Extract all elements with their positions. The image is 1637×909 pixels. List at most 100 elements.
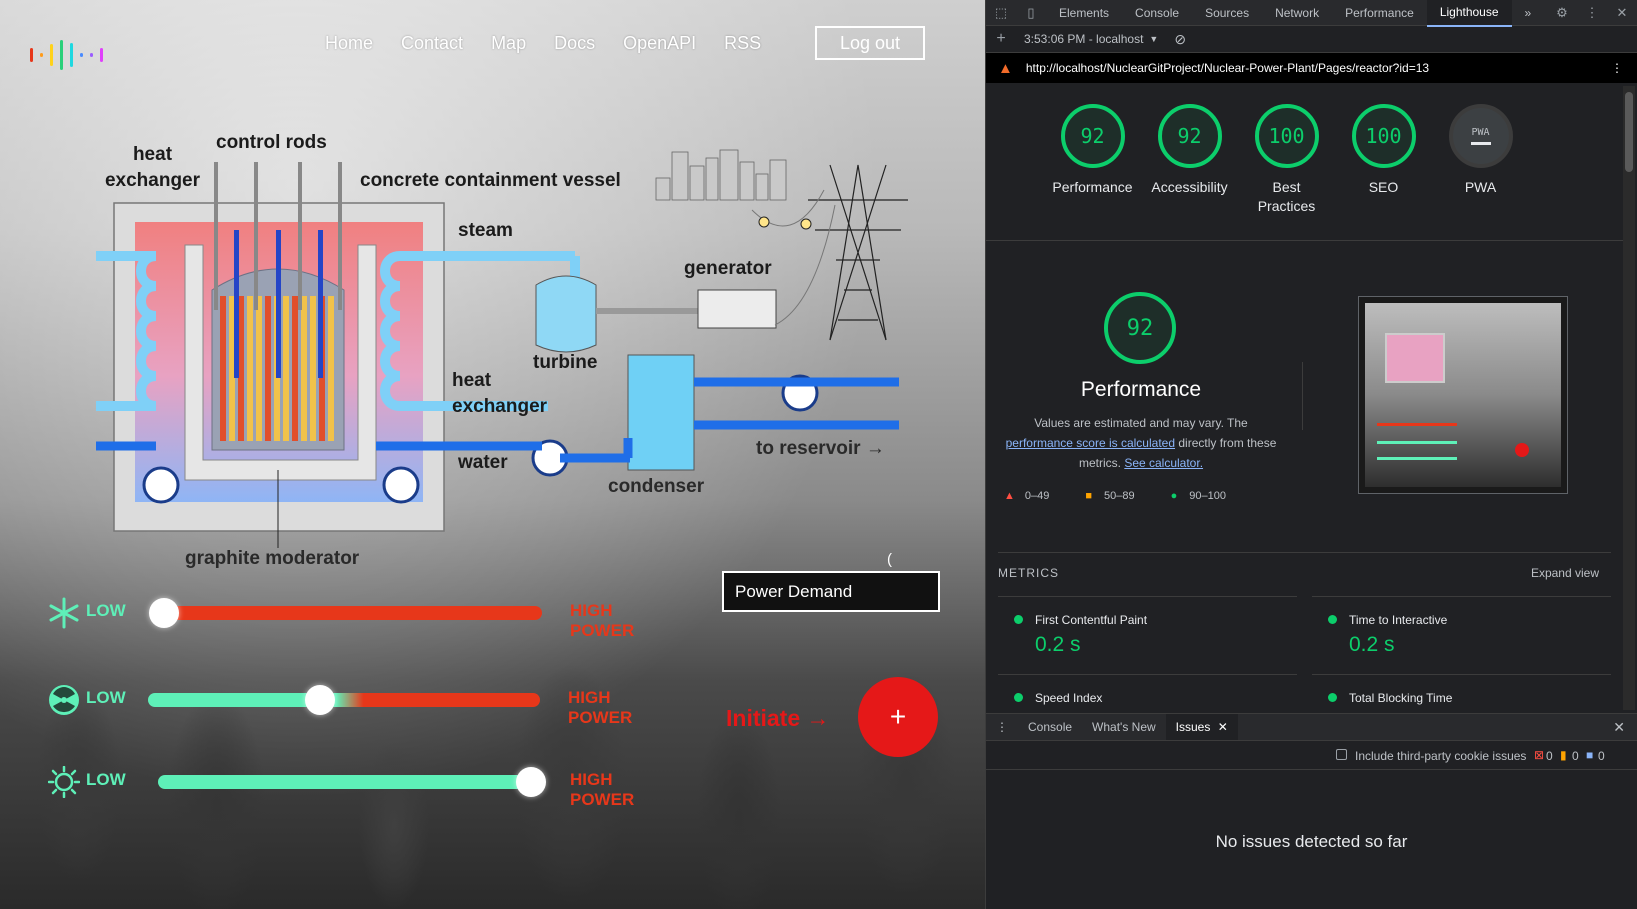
close-drawer-icon[interactable]: ✕ xyxy=(1613,719,1625,736)
tab-sources[interactable]: Sources xyxy=(1192,0,1262,26)
pwa-badge-text: PWA xyxy=(1471,127,1490,138)
performance-big-ring: 92 xyxy=(1104,292,1176,364)
score-ring: 100 xyxy=(1254,104,1319,168)
issues-toolbar: Include third-party cookie issues ⊠ 0 ▮ … xyxy=(986,742,1637,770)
gauge-label: Best Practices xyxy=(1257,179,1316,214)
score-ring: 92 xyxy=(1157,104,1222,168)
label-heat-exchanger-left: heat exchanger xyxy=(104,144,201,191)
settings-gear-icon[interactable]: ⚙ xyxy=(1547,5,1577,21)
turbine xyxy=(535,275,597,353)
inspect-icon[interactable]: ⬚ xyxy=(986,5,1016,21)
device-toolbar-icon[interactable]: ▯ xyxy=(1016,5,1046,21)
sun-icon xyxy=(48,766,80,798)
third-party-checkbox[interactable] xyxy=(1336,749,1347,760)
slider-high-label: HIGH POWER xyxy=(570,770,635,809)
thumbnail-reactor xyxy=(1385,333,1445,383)
pass-dot-icon xyxy=(1328,693,1337,702)
gauge-label: Performance xyxy=(1052,179,1133,195)
tab-performance[interactable]: Performance xyxy=(1332,0,1427,26)
warning-count-icon: ▮ xyxy=(1560,748,1567,762)
gauge-performance[interactable]: 92 Performance xyxy=(1044,104,1141,216)
tab-network[interactable]: Network xyxy=(1262,0,1332,26)
city-skyline xyxy=(655,149,787,201)
legend-label: 90–100 xyxy=(1189,490,1226,502)
drawer-tab-issues[interactable]: Issues ✕ xyxy=(1165,714,1238,740)
label-water: water xyxy=(458,452,508,473)
circle-icon: ● xyxy=(1170,490,1178,502)
pass-dot-icon xyxy=(1014,615,1023,624)
devtools-panel: ⬚ ▯ Elements Console Sources Network Per… xyxy=(985,0,1637,909)
stray-text: ( xyxy=(887,551,892,568)
gauge-accessibility[interactable]: 92 Accessibility xyxy=(1141,104,1238,216)
radiation-icon xyxy=(49,685,79,715)
label-control-rods: control rods xyxy=(216,132,327,153)
close-tab-icon[interactable]: ✕ xyxy=(1218,720,1228,734)
score-calculated-link[interactable]: performance score is calculated xyxy=(1006,436,1175,450)
label-graphite: graphite moderator xyxy=(185,548,360,569)
tab-console[interactable]: Console xyxy=(1122,0,1192,26)
kebab-menu-icon[interactable]: ⋮ xyxy=(1577,5,1607,21)
more-tabs-icon[interactable]: » xyxy=(1512,0,1545,26)
fuel-slider-knob[interactable] xyxy=(305,685,335,715)
drawer-tab-whats-new[interactable]: What's New xyxy=(1082,714,1166,740)
report-url[interactable]: http://localhost/NuclearGitProject/Nucle… xyxy=(1026,61,1429,75)
slider-low-label: LOW xyxy=(86,688,126,707)
divider xyxy=(1312,596,1611,597)
close-icon[interactable]: ✕ xyxy=(1607,5,1637,21)
drawer-tab-console[interactable]: Console xyxy=(1018,714,1082,740)
score-ring: 100 xyxy=(1351,104,1416,168)
score-gauges: 92 Performance 92 Accessibility 100 Best… xyxy=(1044,104,1529,216)
scrollbar-thumb[interactable] xyxy=(1625,92,1633,172)
fuel-slider-track[interactable] xyxy=(148,693,540,707)
report-timestamp[interactable]: 3:53:06 PM - localhost xyxy=(1024,32,1143,46)
third-party-label[interactable]: Include third-party cookie issues xyxy=(1355,749,1526,763)
coolant-slider-knob[interactable] xyxy=(149,598,179,628)
metric-fcp: First Contentful Paint 0.2 s xyxy=(1014,613,1147,657)
see-calculator-link[interactable]: See calculator. xyxy=(1124,456,1203,470)
gauge-best-practices[interactable]: 100 Best Practices xyxy=(1238,104,1335,216)
metric-tti: Time to Interactive 0.2 s xyxy=(1328,613,1447,657)
coolant-slider-track[interactable] xyxy=(160,606,542,620)
square-icon: ■ xyxy=(1085,490,1093,502)
output-slider-track[interactable] xyxy=(158,775,544,789)
metric-value: 0.2 s xyxy=(1035,633,1081,656)
initiate-button[interactable]: + xyxy=(858,677,938,757)
dropdown-icon[interactable]: ▼ xyxy=(1149,34,1158,44)
divider xyxy=(998,596,1297,597)
report-menu-icon[interactable]: ⋮ xyxy=(1611,61,1623,75)
legend-pass: ● 90–100 xyxy=(1171,490,1226,502)
thumbnail-slider xyxy=(1377,441,1457,444)
clear-icon[interactable]: ⊘ xyxy=(1174,31,1186,48)
label-containment: concrete containment vessel xyxy=(360,170,621,191)
gauge-pwa[interactable]: PWA PWA xyxy=(1432,104,1529,216)
drawer-tab-label: Issues xyxy=(1175,720,1211,734)
divider xyxy=(998,674,1297,675)
gauge-label: Accessibility xyxy=(1151,179,1228,195)
gauge-label: SEO xyxy=(1368,179,1399,195)
pwa-dash xyxy=(1470,142,1491,145)
new-report-icon[interactable]: + xyxy=(986,30,1016,48)
expand-view-toggle[interactable]: Expand view xyxy=(1531,566,1599,580)
thumbnail-slider xyxy=(1377,457,1457,460)
no-issues-message: No issues detected so far xyxy=(1215,832,1408,851)
output-slider-knob[interactable] xyxy=(516,767,546,797)
drawer-menu-icon[interactable]: ⋮ xyxy=(986,714,1018,740)
label-to-reservoir: to reservoir → xyxy=(756,438,885,459)
gauge-seo[interactable]: 100 SEO xyxy=(1335,104,1432,216)
tab-elements[interactable]: Elements xyxy=(1046,0,1122,26)
metric-name: Total Blocking Time xyxy=(1349,691,1453,705)
tab-lighthouse[interactable]: Lighthouse xyxy=(1426,0,1512,27)
report-scrollbar[interactable] xyxy=(1623,86,1635,710)
report-url-bar: ▲ http://localhost/NuclearGitProject/Nuc… xyxy=(986,53,1637,83)
output-slider-row: LOW HIGH POWER xyxy=(48,762,648,809)
thumbnail-image xyxy=(1365,303,1561,487)
metric-name: Time to Interactive xyxy=(1349,613,1448,627)
metrics-heading: METRICS xyxy=(998,566,1059,580)
page-screenshot-thumbnail[interactable] xyxy=(1358,296,1568,494)
metric-name: First Contentful Paint xyxy=(1035,613,1148,627)
slider-low-label: LOW xyxy=(86,770,126,789)
bulb-icon xyxy=(758,216,770,228)
power-demand-input[interactable]: Power Demand xyxy=(722,571,940,612)
slider-high-label: HIGH POWER xyxy=(570,601,635,640)
score-legend: ▲ 0–49 ■ 50–89 ● 90–100 xyxy=(1004,490,1262,502)
